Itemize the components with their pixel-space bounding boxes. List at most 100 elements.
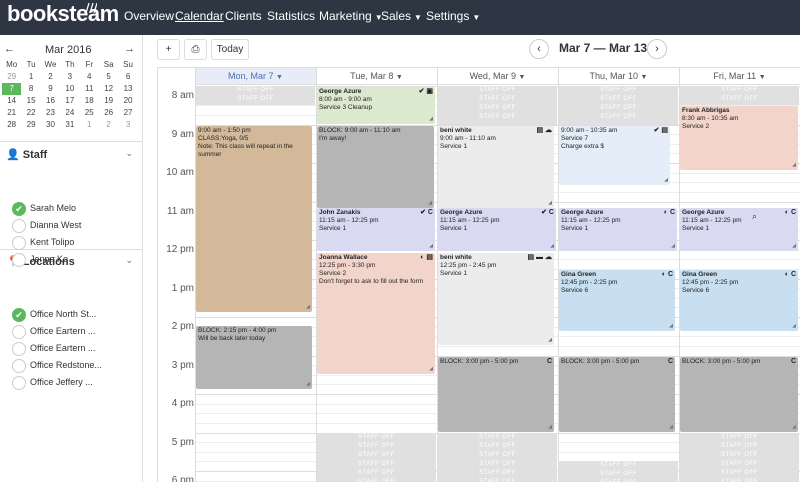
resize-handle-icon[interactable]: ◢	[669, 423, 673, 431]
appointment-card[interactable]: Frank Abbrigas 8:30 am - 10:35 am Service …	[680, 106, 798, 170]
resize-handle-icon[interactable]: ◢	[671, 242, 675, 250]
appointment-card[interactable]: George Azure 11:15 am - 12:25 pm Service 1…	[680, 208, 798, 251]
resize-handle-icon[interactable]: ◢	[429, 115, 433, 123]
radio-icon[interactable]	[12, 219, 26, 233]
radio-icon[interactable]	[12, 253, 26, 267]
day-cell[interactable]: 18	[80, 95, 99, 107]
day-cell[interactable]: 4	[80, 71, 99, 83]
day-cell[interactable]: 31	[60, 119, 79, 131]
day-cell[interactable]: 9	[41, 83, 60, 95]
day-cell[interactable]: 1	[21, 71, 40, 83]
appointment-card[interactable]: George Azure 8:00 am - 9:00 am Service 3 C…	[317, 87, 435, 124]
appointment-card[interactable]: Gina Green 12:45 pm - 2:25 pm Service 6 ◐ C…	[559, 269, 675, 332]
day-cell[interactable]: 5	[99, 71, 118, 83]
day-cell[interactable]: 30	[41, 119, 60, 131]
day-cell[interactable]: 13	[118, 83, 137, 95]
resize-handle-icon[interactable]: ◢	[548, 199, 552, 207]
chevron-down-icon[interactable]: ⌄	[125, 148, 133, 159]
print-button[interactable]: ⎙	[184, 39, 207, 60]
resize-handle-icon[interactable]: ◢	[428, 199, 432, 207]
day-cell[interactable]: 11	[80, 83, 99, 95]
appointment-card[interactable]: Gina Green 12:45 pm - 2:25 pm Service 6 ◐ C…	[680, 269, 798, 332]
radio-icon[interactable]	[12, 342, 26, 356]
next-month-icon[interactable]: →	[124, 43, 135, 55]
day-header[interactable]: Tue, Mar 8 ▼	[316, 68, 437, 85]
appointment-card[interactable]: BLOCK: 3:00 pm - 5:00 pm C ◢	[680, 356, 798, 432]
check-icon[interactable]: ✔	[12, 202, 26, 216]
resize-handle-icon[interactable]: ◢	[792, 161, 796, 169]
day-cell[interactable]: 7	[2, 83, 22, 95]
resize-handle-icon[interactable]: ◢	[669, 322, 673, 330]
appointment-card[interactable]: George Azure 11:15 am - 12:25 pm Service 1…	[559, 208, 677, 251]
day-cell[interactable]: 1	[80, 119, 99, 131]
resize-handle-icon[interactable]: ◢	[429, 365, 433, 373]
day-header[interactable]: Mon, Mar 7 ▼	[195, 68, 316, 85]
radio-icon[interactable]	[12, 376, 26, 390]
day-cell[interactable]: 28	[2, 119, 21, 131]
staff-heading[interactable]: 👤 Staff	[6, 148, 47, 161]
resize-handle-icon[interactable]: ◢	[550, 242, 554, 250]
resize-handle-icon[interactable]: ◢	[548, 336, 552, 344]
chevron-down-icon[interactable]: ⌄	[125, 255, 133, 266]
resize-handle-icon[interactable]: ◢	[792, 322, 796, 330]
day-header[interactable]: Wed, Mar 9 ▼	[437, 68, 558, 85]
day-cell[interactable]: 10	[60, 83, 79, 95]
day-cell[interactable]: 3	[118, 119, 137, 131]
resize-handle-icon[interactable]: ◢	[429, 242, 433, 250]
day-cell[interactable]: 14	[2, 95, 21, 107]
resize-handle-icon[interactable]: ◢	[792, 242, 796, 250]
day-cell[interactable]: 2	[99, 119, 118, 131]
day-cell[interactable]: 22	[21, 107, 40, 119]
nav-overview[interactable]: Overview	[124, 9, 174, 23]
nav-calendar[interactable]: Calendar	[175, 9, 224, 23]
resize-handle-icon[interactable]: ◢	[306, 380, 310, 388]
appointment-card[interactable]: BLOCK: 3:00 pm - 5:00 pm C ◢	[559, 356, 675, 432]
radio-icon[interactable]	[12, 325, 26, 339]
day-cell[interactable]: 21	[2, 107, 21, 119]
appointment-card[interactable]: John Zanakis 11:15 am - 12:25 pm Service 1…	[317, 208, 435, 251]
appointment-card[interactable]: 9:00 am - 10:35 am Service 7 Charge extra …	[559, 125, 670, 186]
radio-icon[interactable]	[12, 236, 26, 250]
appointment-card[interactable]: 9:00 am - 1:50 pm CLASS:Yoga, 0/5 Note: Th…	[196, 125, 312, 313]
day-cell[interactable]: 8	[21, 83, 40, 95]
day-cell[interactable]: 29	[2, 71, 21, 83]
day-cell[interactable]: 25	[80, 107, 99, 119]
next-week-button[interactable]: ›	[647, 39, 667, 59]
day-cell[interactable]: 15	[21, 95, 40, 107]
radio-icon[interactable]	[12, 359, 26, 373]
appointment-card[interactable]: BLOCK: 9:00 am - 11:10 am I'm away! ◢	[317, 125, 434, 209]
day-cell[interactable]: 24	[60, 107, 79, 119]
day-header[interactable]: Fri, Mar 11 ▼	[679, 68, 800, 85]
day-header[interactable]: Thu, Mar 10 ▼	[558, 68, 679, 85]
appointment-card[interactable]: George Azure 11:15 am - 12:25 pm Service 1…	[438, 208, 556, 251]
day-cell[interactable]: 19	[99, 95, 118, 107]
check-icon[interactable]: ✔	[12, 308, 26, 322]
appointment-card[interactable]: BLOCK: 2:15 pm - 4:00 pm Will be back lat…	[196, 325, 312, 390]
day-cell[interactable]: 23	[41, 107, 60, 119]
nav-marketing[interactable]: Marketing ▼	[319, 9, 383, 23]
prev-week-button[interactable]: ‹	[529, 39, 549, 59]
day-cell[interactable]: 20	[118, 95, 137, 107]
appointment-card[interactable]: beni white 12:25 pm - 2:45 pm Service 1 ▤ ▬…	[438, 252, 554, 345]
day-cell[interactable]: 3	[60, 71, 79, 83]
day-cell[interactable]: 29	[21, 119, 40, 131]
day-cell[interactable]: 2	[41, 71, 60, 83]
day-cell[interactable]: 17	[60, 95, 79, 107]
day-cell[interactable]: 16	[41, 95, 60, 107]
resize-handle-icon[interactable]: ◢	[664, 176, 668, 184]
appointment-card[interactable]: beni white 9:00 am - 11:10 am Service 1 ▤ ☁…	[438, 125, 554, 209]
day-cell[interactable]: 6	[118, 71, 137, 83]
resize-handle-icon[interactable]: ◢	[306, 303, 310, 311]
resize-handle-icon[interactable]: ◢	[792, 423, 796, 431]
zoom-icon[interactable]: ⌕	[752, 211, 757, 222]
day-cell[interactable]: 26	[99, 107, 118, 119]
add-button[interactable]: +	[157, 39, 180, 60]
today-button[interactable]: Today	[211, 39, 249, 60]
resize-handle-icon[interactable]: ◢	[548, 423, 552, 431]
day-cell[interactable]: 12	[99, 83, 118, 95]
day-cell[interactable]: 27	[118, 107, 137, 119]
appointment-card[interactable]: BLOCK: 3:00 pm - 5:00 pm C ◢	[438, 356, 554, 432]
appointment-card[interactable]: Joanna Wallace 12:25 pm - 3:30 pm Service …	[317, 252, 435, 374]
nav-clients[interactable]: Clients	[225, 9, 262, 23]
nav-statistics[interactable]: Statistics	[267, 9, 315, 23]
